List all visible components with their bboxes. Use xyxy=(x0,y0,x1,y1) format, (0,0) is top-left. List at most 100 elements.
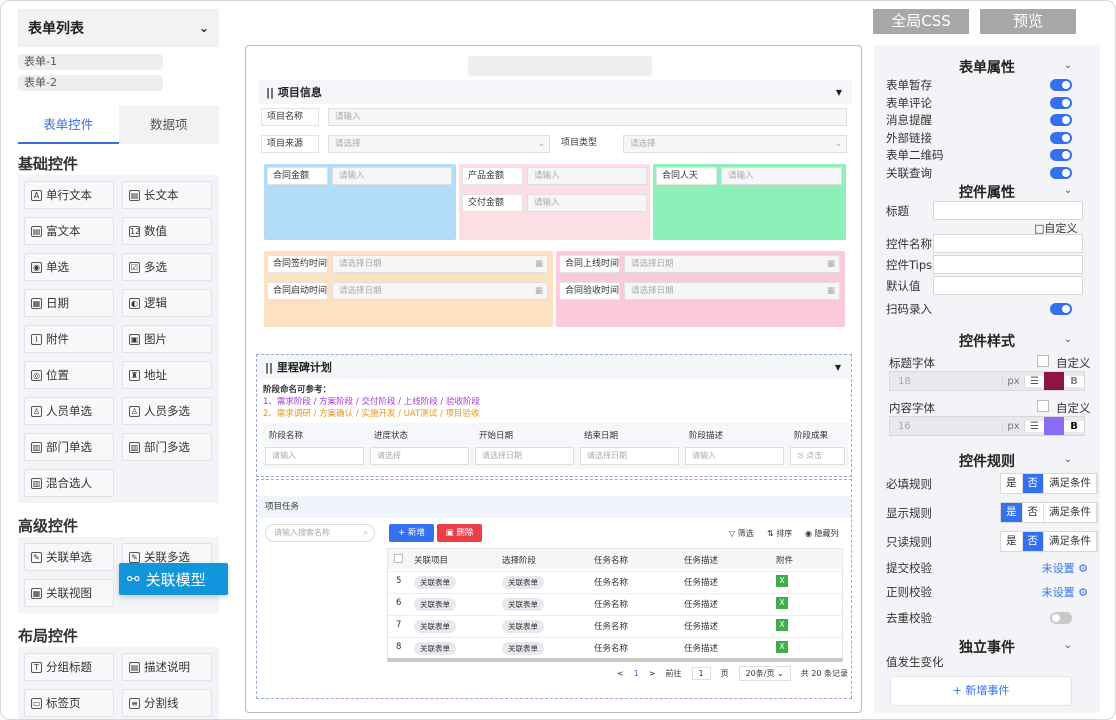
title-input[interactable] xyxy=(933,201,1083,220)
field-input[interactable] xyxy=(933,234,1083,253)
related-form-tag[interactable]: 关联表单 xyxy=(414,620,456,633)
toggle-switch[interactable] xyxy=(1050,114,1072,126)
date-accept-time[interactable]: 请选择日期 ▦ xyxy=(624,282,840,300)
input-product-amount[interactable]: 请输入 xyxy=(527,167,647,185)
basic-control-2[interactable]: ▤ 富文本 xyxy=(24,217,114,245)
layout-control-3[interactable]: ≡ 分割线 xyxy=(122,689,212,717)
basic-control-6[interactable]: ▦ 日期 xyxy=(24,289,114,317)
pager-current[interactable]: 1 xyxy=(634,669,639,678)
basic-control-11[interactable]: ♜ 地址 xyxy=(122,361,212,389)
excel-file-icon[interactable]: X xyxy=(776,641,788,653)
related-form-tag[interactable]: 关联表单 xyxy=(414,642,456,655)
basic-control-9[interactable]: ▣ 图片 xyxy=(122,325,212,353)
basic-control-8[interactable]: ⌇ 附件 xyxy=(24,325,114,353)
preview-button[interactable]: 预览 xyxy=(980,9,1076,34)
basic-control-13[interactable]: ♙ 人员多选 xyxy=(122,397,212,425)
font-size-input[interactable]: 16 xyxy=(890,421,1002,432)
advanced-control-2[interactable]: ▦ 关联视图 xyxy=(24,579,114,607)
segment-option[interactable]: 否 xyxy=(1023,503,1044,522)
input-contract-days[interactable]: 请输入 xyxy=(721,167,842,185)
segment-option[interactable]: 否 xyxy=(1022,532,1044,551)
basic-control-0[interactable]: A 单行文本 xyxy=(24,181,114,209)
basic-control-10[interactable]: ◎ 位置 xyxy=(24,361,114,389)
regex-check-link[interactable]: 未设置 ⚙ xyxy=(1042,584,1088,600)
milestone-cell-input[interactable]: 请选择日期 xyxy=(580,447,679,465)
basic-control-12[interactable]: ♙ 人员单选 xyxy=(24,397,114,425)
color-swatch[interactable] xyxy=(1044,372,1064,390)
chevron-down-icon[interactable]: ⌄ xyxy=(1064,334,1072,345)
pager-goto-input[interactable]: 1 xyxy=(691,667,711,680)
milestone-cell-input[interactable]: 请选择日期 xyxy=(475,447,574,465)
milestone-cell-input[interactable]: ⊙ 点击 xyxy=(790,447,845,465)
milestone-cell-input[interactable]: 请输入 xyxy=(685,447,784,465)
form-list-header[interactable]: 表单列表 ⌄ xyxy=(18,9,219,47)
related-form-tag[interactable]: 关联表单 xyxy=(502,576,544,589)
align-icon[interactable]: ☰ xyxy=(1024,420,1044,432)
related-form-tag[interactable]: 关联表单 xyxy=(414,576,456,589)
color-swatch[interactable] xyxy=(1044,417,1064,435)
basic-control-14[interactable]: ▥ 部门单选 xyxy=(24,433,114,461)
advanced-control-0[interactable]: ✎ 关联单选 xyxy=(24,543,114,571)
caret-down-icon[interactable]: ▼ xyxy=(836,88,842,97)
delete-button[interactable]: ▣ 删除 xyxy=(437,524,482,542)
toggle-switch[interactable] xyxy=(1050,131,1072,144)
input-delivery-amount[interactable]: 请输入 xyxy=(527,194,647,212)
pager-size-select[interactable]: 20条/页 ⌄ xyxy=(738,666,791,681)
toggle-switch[interactable] xyxy=(1050,79,1072,91)
basic-control-5[interactable]: ☑ 多选 xyxy=(122,253,212,281)
chevron-down-icon[interactable]: ⌄ xyxy=(1064,60,1072,71)
caret-down-icon[interactable]: ▼ xyxy=(835,363,841,372)
chevron-down-icon[interactable]: ⌄ xyxy=(1064,454,1072,465)
horizontal-scrollbar[interactable] xyxy=(387,658,843,662)
input-project-name[interactable]: 请输入 xyxy=(328,108,847,126)
pager-next[interactable]: > xyxy=(649,669,656,678)
milestone-cell-input[interactable]: 请选择 xyxy=(370,447,469,465)
section-project-info[interactable]: || 项目信息 ▼ xyxy=(258,80,852,104)
segment-option[interactable]: 满足条件 xyxy=(1044,503,1097,522)
related-form-tag[interactable]: 关联表单 xyxy=(414,598,456,611)
rule-segmented-control[interactable]: 是否满足条件 xyxy=(1000,502,1098,523)
font-size-input[interactable]: 18 xyxy=(890,376,1002,387)
select-project-type[interactable]: 请选择 ⌄ xyxy=(623,135,847,153)
segment-option[interactable]: 是 xyxy=(1001,474,1023,493)
chevron-down-icon[interactable]: ⌄ xyxy=(1064,185,1072,196)
form-list-item[interactable]: 表单-2 xyxy=(18,75,163,91)
date-sign-time[interactable]: 请选择日期 ▦ xyxy=(332,255,548,273)
segment-option[interactable]: 满足条件 xyxy=(1044,474,1097,493)
excel-file-icon[interactable]: X xyxy=(776,575,788,587)
field-input[interactable] xyxy=(933,276,1083,295)
select-project-source[interactable]: 请选择 ⌄ xyxy=(328,135,550,153)
hide-columns-button[interactable]: ◉ 隐藏列 xyxy=(805,528,839,539)
tab-form-controls[interactable]: 表单控件 xyxy=(18,106,119,144)
basic-control-3[interactable]: 12 数值 xyxy=(122,217,212,245)
form-list-item[interactable]: 表单-1 xyxy=(18,54,163,70)
rule-segmented-control[interactable]: 是否满足条件 xyxy=(1000,473,1098,494)
add-button[interactable]: + 新增 xyxy=(389,524,434,542)
chevron-down-icon[interactable]: ⌄ xyxy=(199,21,209,35)
rule-segmented-control[interactable]: 是否满足条件 xyxy=(1000,531,1098,552)
form-title-placeholder[interactable] xyxy=(468,56,652,76)
related-form-tag[interactable]: 关联表单 xyxy=(502,598,544,611)
submit-check-link[interactable]: 未设置 ⚙ xyxy=(1042,560,1088,576)
toggle-switch[interactable] xyxy=(1050,96,1072,109)
basic-control-7[interactable]: ◐ 逻辑 xyxy=(122,289,212,317)
add-event-button[interactable]: + 新增事件 xyxy=(890,676,1072,706)
layout-control-1[interactable]: ▤ 描述说明 xyxy=(122,653,212,681)
basic-control-15[interactable]: ▥ 部门多选 xyxy=(122,433,212,461)
align-icon[interactable]: ☰ xyxy=(1024,375,1044,387)
chevron-down-icon[interactable]: ⌄ xyxy=(1064,640,1072,651)
toggle-switch[interactable] xyxy=(1050,149,1072,161)
layout-control-2[interactable]: ▭ 标签页 xyxy=(24,689,114,717)
date-start-time[interactable]: 请选择日期 ▦ xyxy=(332,282,548,300)
segment-option[interactable]: 否 xyxy=(1022,474,1044,493)
layout-control-0[interactable]: T 分组标题 xyxy=(24,653,114,681)
related-form-tag[interactable]: 关联表单 xyxy=(502,642,544,655)
dragging-control-related-model[interactable]: ⚯ 关联模型 xyxy=(119,563,228,595)
segment-option[interactable]: 是 xyxy=(1001,532,1023,551)
segment-option[interactable]: 满足条件 xyxy=(1044,532,1097,551)
field-input[interactable] xyxy=(933,255,1083,274)
toggle-switch[interactable] xyxy=(1050,166,1072,179)
input-contract-amount[interactable]: 请输入 xyxy=(332,167,452,185)
filter-button[interactable]: ▽ 筛选 xyxy=(729,528,754,539)
excel-file-icon[interactable]: X xyxy=(776,597,788,609)
